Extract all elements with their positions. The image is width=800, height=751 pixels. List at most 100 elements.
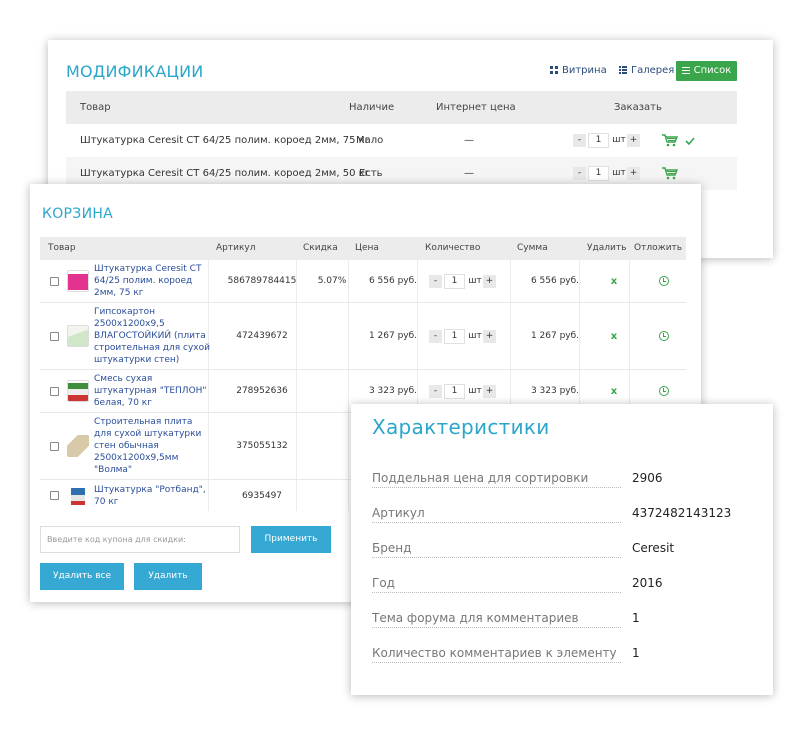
qty-plus-button[interactable]: +	[627, 134, 640, 147]
modifications-title: МОДИФИКАЦИИ	[66, 62, 204, 81]
sku: 586789784415	[227, 276, 297, 286]
postpone-button[interactable]	[641, 260, 686, 302]
view-gallery-label: Галерея	[631, 65, 675, 76]
qty-unit: шт	[612, 135, 626, 145]
clock-icon	[658, 276, 669, 286]
characteristics-panel: Характеристики Поддельная цена для сорти…	[351, 404, 773, 695]
property-name: Количество комментариев к элементу	[372, 646, 621, 663]
table-row: Гипсокартон 2500x1200x9,5 ВЛАГОСТОЙКИЙ (…	[40, 303, 686, 370]
internet-price: —	[464, 135, 474, 146]
delete-button[interactable]: x	[591, 260, 637, 302]
product-link[interactable]: Смесь сухая штукатурная "ТЕПЛОН" белая, …	[94, 370, 212, 412]
col-price: Цена	[355, 243, 379, 253]
qty-minus-button[interactable]: -	[429, 329, 442, 343]
row-checkbox[interactable]	[50, 260, 59, 302]
quantity-stepper[interactable]: - 1 шт +	[573, 166, 640, 181]
qty-unit: шт	[468, 331, 482, 341]
property-name: Артикул	[372, 506, 621, 523]
product-thumbnail[interactable]	[67, 303, 89, 369]
menu-icon	[681, 67, 690, 74]
col-delete: Удалить	[587, 243, 627, 253]
property-row: Бренд Ceresit	[372, 541, 762, 561]
view-list-label: Список	[693, 65, 732, 76]
property-value: 2906	[632, 471, 663, 485]
property-row: Поддельная цена для сортировки 2906	[372, 471, 762, 491]
product-link[interactable]: Строительная плита для сухой штукатурки …	[94, 413, 212, 479]
row-checkbox[interactable]	[50, 413, 59, 479]
qty-input[interactable]: 1	[588, 133, 609, 148]
col-sum: Сумма	[517, 243, 548, 253]
postpone-button[interactable]	[641, 303, 686, 369]
col-availability: Наличие	[349, 102, 395, 113]
qty-minus-button[interactable]: -	[429, 274, 442, 288]
view-showcase-label: Витрина	[562, 65, 607, 76]
property-value: 4372482143123	[632, 506, 732, 520]
qty-unit: шт	[468, 386, 482, 396]
property-value: 1	[632, 646, 640, 660]
product-thumbnail[interactable]	[67, 370, 89, 412]
cart-icon[interactable]	[662, 134, 678, 147]
property-row: Тема форума для комментариев 1	[372, 611, 762, 631]
delete-button[interactable]: x	[591, 303, 637, 369]
row-checkbox[interactable]	[50, 480, 59, 511]
product-name: Штукатурка Ceresit CT 64/25 полим. корое…	[80, 135, 370, 146]
qty-input[interactable]: 1	[444, 328, 465, 344]
property-row: Артикул 4372482143123	[372, 506, 762, 526]
property-row: Количество комментариев к элементу 1	[372, 646, 762, 666]
coupon-input[interactable]: Введите код купона для скидки:	[40, 526, 240, 553]
col-quantity: Количество	[425, 243, 481, 253]
product-thumbnail[interactable]	[67, 413, 89, 479]
product-link[interactable]: Гипсокартон 2500x1200x9,5 ВЛАГОСТОЙКИЙ (…	[94, 303, 212, 369]
delete-button[interactable]: Удалить	[134, 563, 202, 590]
qty-plus-button[interactable]: +	[483, 329, 496, 343]
qty-input[interactable]: 1	[588, 166, 609, 181]
apply-coupon-button[interactable]: Применить	[251, 526, 331, 553]
qty-minus-button[interactable]: -	[573, 134, 586, 147]
col-sku: Артикул	[216, 243, 256, 253]
property-value: 2016	[632, 576, 663, 590]
clock-icon	[658, 331, 669, 341]
sku: 278952636	[236, 386, 288, 396]
cart-title: КОРЗИНА	[42, 206, 114, 222]
view-showcase-button[interactable]: Витрина	[550, 61, 607, 81]
property-name: Год	[372, 576, 621, 593]
price: 1 267 руб.	[368, 331, 418, 341]
qty-plus-button[interactable]: +	[483, 274, 496, 288]
view-list-button[interactable]: Список	[676, 61, 737, 81]
close-icon: x	[610, 385, 618, 397]
delete-all-button[interactable]: Удалить все	[40, 563, 124, 590]
product-thumbnail[interactable]	[67, 260, 89, 302]
qty-minus-button[interactable]: -	[573, 167, 586, 180]
qty-plus-button[interactable]: +	[483, 384, 496, 398]
product-link[interactable]: Штукатурка Ceresit CT 64/25 полим. корое…	[94, 260, 212, 302]
quantity-stepper[interactable]: - 1 шт +	[429, 260, 496, 302]
property-value: Ceresit	[632, 541, 675, 555]
qty-plus-button[interactable]: +	[627, 167, 640, 180]
col-postpone: Отложить	[634, 243, 683, 253]
quantity-stepper[interactable]: - 1 шт +	[429, 303, 496, 369]
product-thumbnail[interactable]	[67, 480, 85, 511]
quantity-stepper[interactable]: - 1 шт +	[573, 133, 640, 148]
characteristics-title: Характеристики	[372, 415, 550, 439]
property-name: Тема форума для комментариев	[372, 611, 621, 628]
row-checkbox[interactable]	[50, 303, 59, 369]
col-discount: Скидка	[303, 243, 338, 253]
view-gallery-button[interactable]: Галерея	[619, 61, 674, 81]
qty-minus-button[interactable]: -	[429, 384, 442, 398]
product-link[interactable]: Штукатурка "Ротбанд", 70 кг	[94, 480, 212, 511]
price: 6 556 руб.	[368, 276, 418, 286]
table-row: Штукатурка Ceresit CT 64/25 полим. корое…	[40, 260, 686, 303]
property-row: Год 2016	[372, 576, 762, 596]
row-checkbox[interactable]	[50, 370, 59, 412]
qty-unit: шт	[468, 276, 482, 286]
cart-icon[interactable]	[662, 167, 678, 180]
qty-input[interactable]: 1	[444, 383, 465, 399]
close-icon: x	[610, 275, 618, 287]
property-name: Поддельная цена для сортировки	[372, 471, 621, 488]
grid-icon	[550, 66, 558, 74]
sum: 1 267 руб.	[530, 331, 580, 341]
close-icon: x	[610, 330, 618, 342]
qty-input[interactable]: 1	[444, 273, 465, 289]
sum: 6 556 руб.	[530, 276, 580, 286]
col-internet-price: Интернет цена	[436, 102, 516, 113]
